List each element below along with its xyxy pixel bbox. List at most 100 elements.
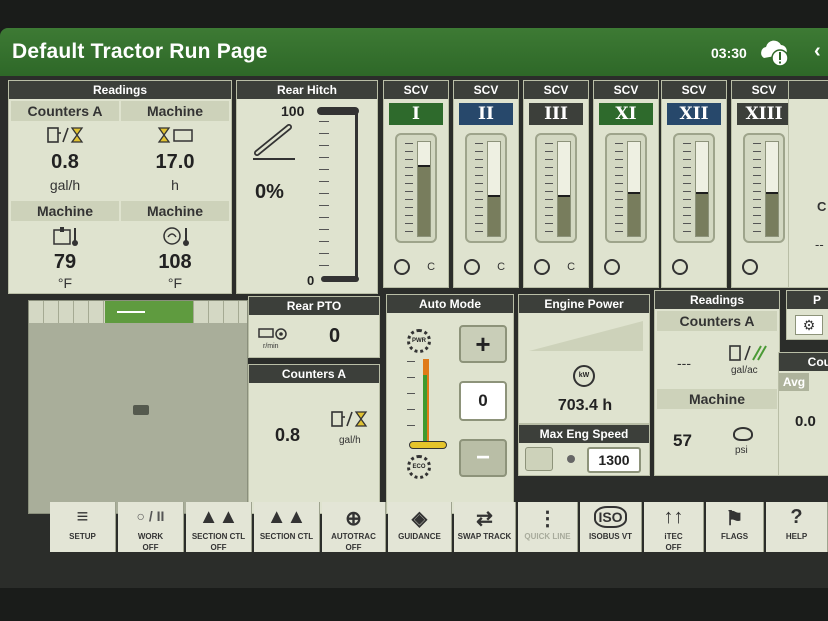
auto-mode-plus-button[interactable]: + [459, 325, 507, 363]
flags-icon: ⚑ [725, 508, 744, 530]
readings-2-sub1: Counters A [657, 311, 777, 331]
engine-hours-icon [157, 127, 193, 143]
quick-line-button[interactable]: ⋮ QUICK LINE [518, 502, 578, 552]
cloud-alert-icon[interactable] [758, 38, 792, 68]
guidance-button[interactable]: ◈ GUIDANCE [388, 502, 452, 552]
map-panel[interactable] [28, 300, 248, 514]
engine-power-panel[interactable]: Engine Power kW 703.4 h [518, 294, 650, 424]
scv-ii-panel[interactable]: SCV II C [453, 80, 519, 288]
auto-mode-minus-button[interactable]: − [459, 439, 507, 477]
fuel-rate-icon [331, 411, 368, 427]
readings-2-unit2: psi [735, 445, 748, 456]
readings-panel-2[interactable]: Readings Counters A --- gal/ac Machine 5… [654, 290, 780, 476]
hitch-bottom-marker[interactable] [321, 276, 359, 282]
tractor-icon [133, 405, 149, 415]
right-edge-header [789, 81, 828, 99]
rear-pto-unit: r/min [263, 343, 279, 350]
scv-slider[interactable] [395, 133, 437, 243]
work-button[interactable]: ○ / II WORK OFF [118, 502, 184, 552]
scv-footer-label: C [497, 260, 506, 273]
toolbar-label: WORK [137, 532, 164, 541]
toolbar-label: AUTOTRAC [331, 532, 376, 541]
scv-i-panel[interactable]: SCV I C [383, 80, 449, 288]
help-button[interactable]: ? HELP [766, 502, 828, 552]
auto-mode-ticks [407, 361, 415, 441]
engine-speed-icon[interactable] [525, 447, 553, 471]
readings-value-4: 108 [158, 251, 192, 273]
pwr-label: PWR [412, 338, 426, 344]
hitch-rail [355, 111, 358, 279]
scv-ticks [615, 143, 623, 235]
readings-value-1: 0.8 [51, 151, 79, 173]
right-edge-lower[interactable]: P ⚙ [786, 290, 828, 340]
rear-hitch-panel[interactable]: Rear Hitch 0% 100 0 [236, 80, 378, 294]
section-ctl-button[interactable]: ▲▲ SECTION CTL OFF [186, 502, 252, 552]
scv-footer[interactable]: C [394, 259, 442, 279]
toolbar-label: SECTION CTL [191, 532, 246, 541]
scv-footer[interactable] [742, 259, 790, 279]
scv-footer[interactable]: C [464, 259, 512, 279]
max-eng-speed-value[interactable]: 1300 [587, 447, 641, 473]
fuel-per-area-icon [729, 345, 767, 361]
isobus-vt-button[interactable]: ISO ISOBUS VT [580, 502, 642, 552]
toolbar-label: FLAGS [720, 532, 749, 541]
scv-footer[interactable] [672, 259, 720, 279]
timer-icon [394, 259, 410, 275]
oil-pressure-icon [733, 427, 753, 441]
chevron-left-icon[interactable]: ‹ [814, 40, 821, 63]
setup-icon: ≡ [76, 506, 89, 528]
scv-id-badge: III [529, 103, 583, 125]
rear-hitch-percent: 0% [255, 181, 284, 203]
section-ctl-button[interactable]: ▲▲ SECTION CTL [254, 502, 320, 552]
scv-xi-panel[interactable]: SCV XI [593, 80, 659, 288]
readings-2-header: Readings [655, 291, 779, 309]
readings-2-dash: --- [677, 355, 691, 371]
readings-unit-1: gal/h [49, 177, 81, 193]
scv-well [417, 141, 431, 237]
scv-slider[interactable] [465, 133, 507, 243]
quick-line-icon: ⋮ [537, 508, 558, 530]
scv-xii-panel[interactable]: SCV XII [661, 80, 727, 288]
right-edge-panel[interactable]: C -- [788, 80, 828, 288]
itec-button[interactable]: ↑↑ iTEC OFF [644, 502, 704, 552]
right-edge-avg[interactable]: Cou Avg 0.0 [778, 352, 828, 476]
setup-button[interactable]: ≡ SETUP [50, 502, 116, 552]
rear-hitch-header: Rear Hitch [237, 81, 377, 99]
display-screen: Default Tractor Run Page 03:30 ‹ Reading… [0, 28, 828, 588]
kw-icon: kW [573, 365, 595, 387]
counters-a-panel[interactable]: Counters A 0.8 gal/h [248, 364, 380, 514]
scv-slider[interactable] [743, 133, 785, 243]
toolbar-state: OFF [345, 543, 362, 552]
settings-gear-icon[interactable]: ⚙ [795, 315, 823, 335]
scv-well [557, 141, 571, 237]
engine-power-value: 703.4 h [557, 397, 613, 414]
rear-pto-panel[interactable]: Rear PTO r/min 0 [248, 296, 380, 358]
autotrac-button[interactable]: ⊕ AUTOTRAC OFF [322, 502, 386, 552]
scv-header: SCV [384, 81, 448, 99]
right-edge-dash: -- [815, 237, 824, 252]
flags-button[interactable]: ⚑ FLAGS [706, 502, 764, 552]
counters-a-unit: gal/h [339, 435, 361, 446]
scv-ticks [545, 143, 553, 235]
scv-footer[interactable]: C [534, 259, 582, 279]
readings-unit-3: °F [57, 275, 73, 291]
kw-label: kW [578, 372, 590, 379]
max-eng-speed-header: Max Eng Speed [519, 425, 649, 443]
swap-track-button[interactable]: ⇄ SWAP TRACK [454, 502, 516, 552]
scv-header: SCV [594, 81, 658, 99]
readings-panel[interactable]: Readings Counters A Machine 0.8 gal/h 17… [8, 80, 232, 294]
auto-mode-value[interactable]: 0 [459, 381, 507, 421]
rear-pto-header: Rear PTO [249, 297, 379, 315]
max-eng-speed-panel[interactable]: Max Eng Speed 1300 [518, 424, 650, 476]
auto-mode-panel[interactable]: Auto Mode PWR ECO + 0 − [386, 294, 514, 514]
scv-slider[interactable] [673, 133, 715, 243]
scv-slider[interactable] [535, 133, 577, 243]
auto-mode-marker[interactable] [409, 441, 447, 449]
scv-flow-fill [558, 194, 570, 236]
hitch-top-marker[interactable] [317, 107, 359, 115]
scv-iii-panel[interactable]: SCV III C [523, 80, 589, 288]
scv-flow-fill [418, 164, 430, 236]
scv-footer[interactable] [604, 259, 652, 279]
scv-slider[interactable] [605, 133, 647, 243]
toolbar-label: ISOBUS VT [588, 532, 633, 541]
